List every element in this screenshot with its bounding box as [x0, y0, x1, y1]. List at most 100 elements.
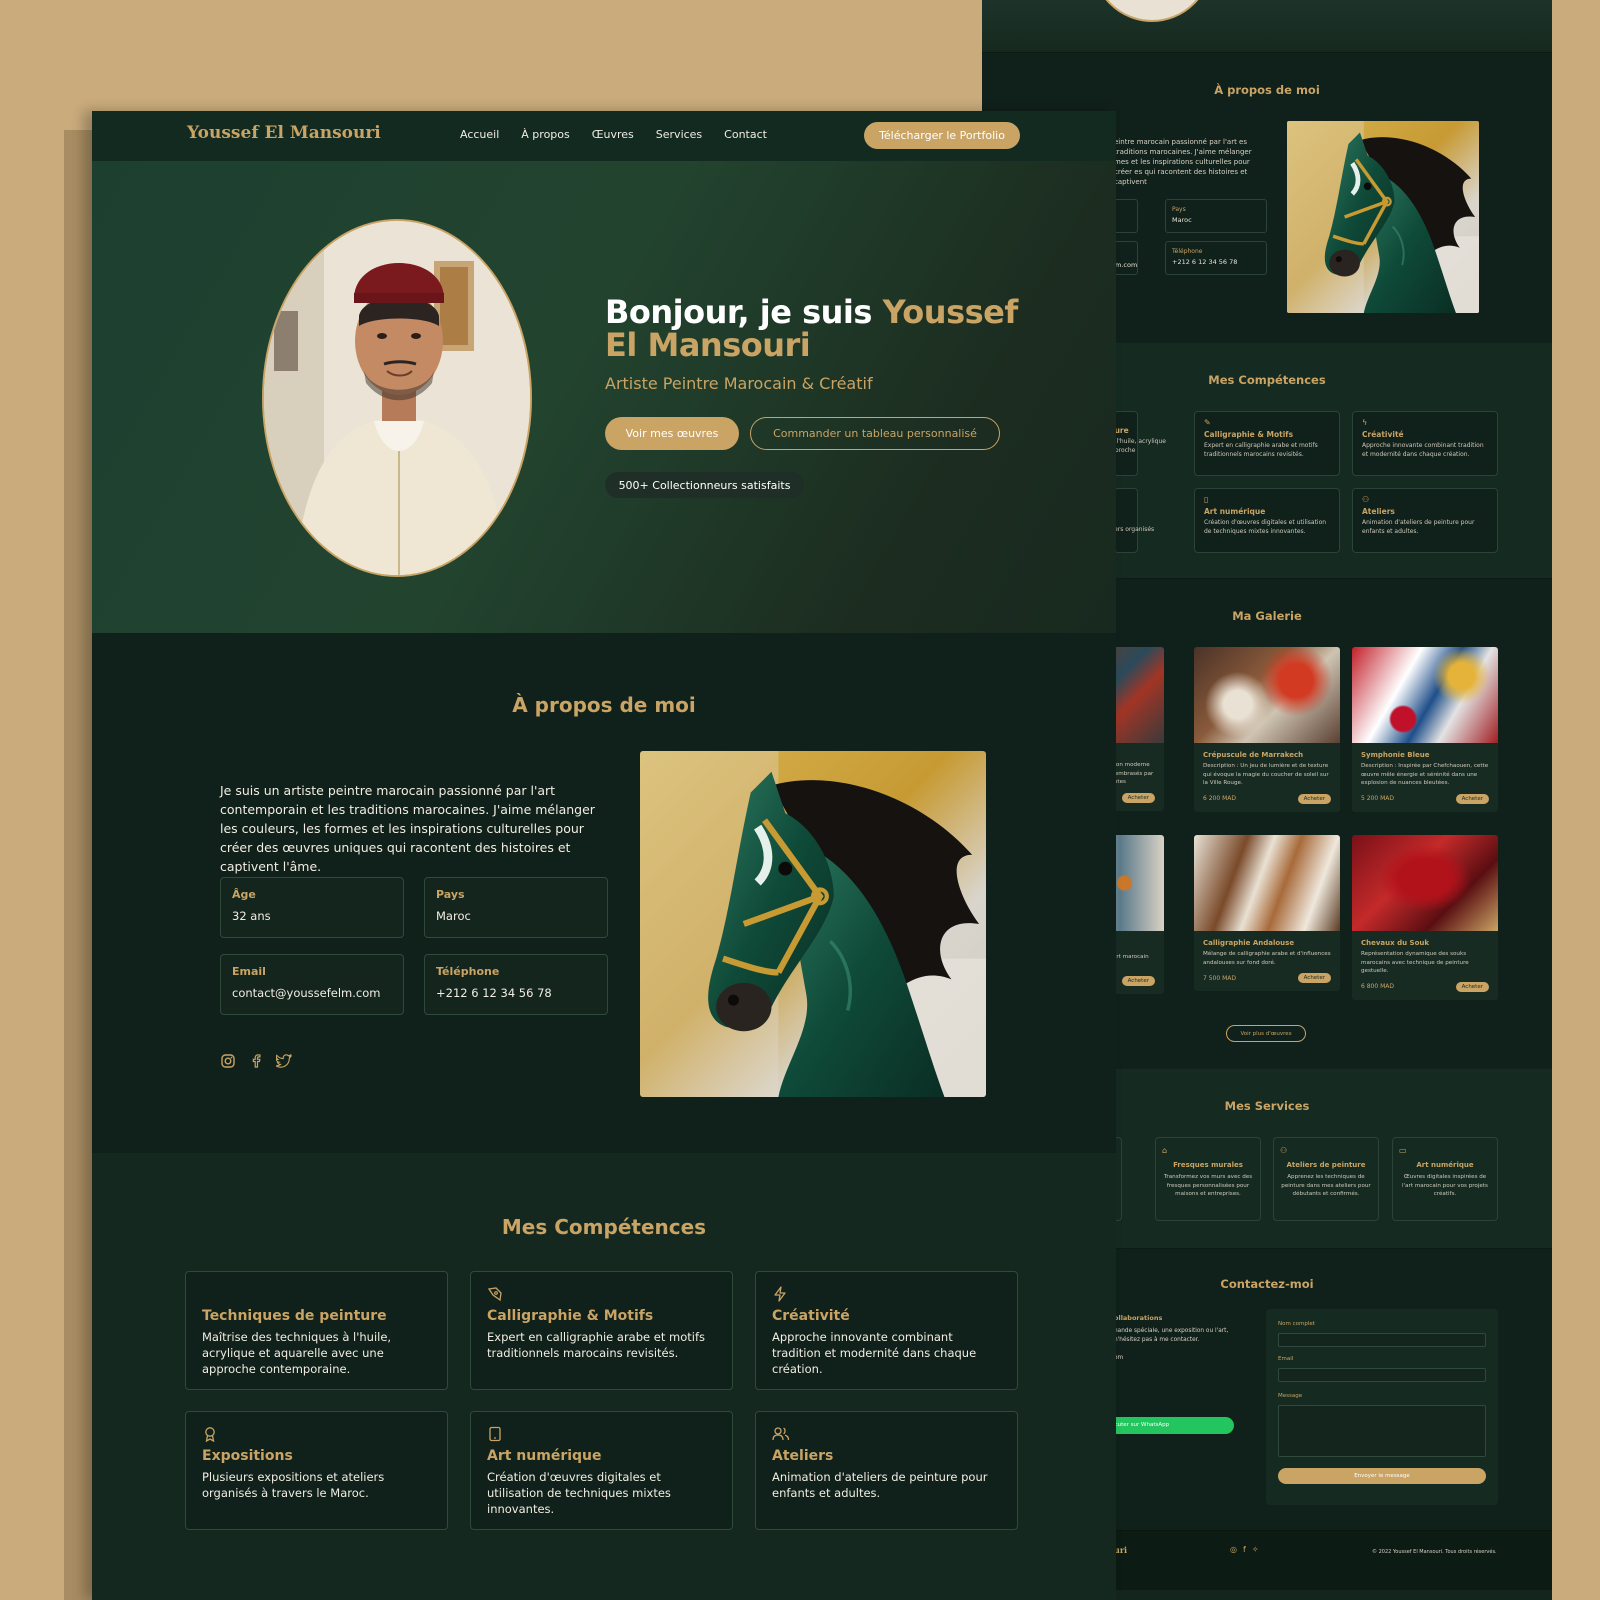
back-skill-desc: Approche innovante combinant tradition e…: [1362, 442, 1484, 458]
buy-button[interactable]: Acheter: [1121, 792, 1155, 803]
twitter-icon[interactable]: [274, 1053, 293, 1069]
back-info-email: m.com: [1114, 241, 1138, 275]
back-hero-strip: [982, 0, 1552, 52]
email-label: Email: [1278, 1356, 1294, 1362]
back-info-value: m.com: [1115, 261, 1138, 269]
artwork-desc: Représentation dynamique des souks maroc…: [1361, 951, 1469, 974]
buy-button[interactable]: Acheter: [1455, 793, 1489, 804]
nav-item-oeuvres[interactable]: Œuvres: [592, 128, 634, 141]
nav-item-contact[interactable]: Contact: [724, 128, 767, 141]
buy-button[interactable]: Acheter: [1121, 976, 1155, 986]
facebook-icon[interactable]: [248, 1053, 264, 1069]
about-section: À propos de moi Je suis un artiste peint…: [92, 633, 1116, 1153]
nav-item-a-propos[interactable]: À propos: [521, 128, 569, 141]
back-skill-card: ateliers organisés: [1101, 488, 1154, 553]
order-painting-button[interactable]: Commander un tableau personnalisé: [750, 417, 1000, 450]
back-info-value: +212 6 12 34 56 78: [1172, 258, 1238, 266]
back-skill-desc: Animation d'ateliers de peinture pour en…: [1362, 519, 1475, 535]
nav-menu: Accueil À propos Œuvres Services Contact: [460, 128, 767, 141]
see-more-button[interactable]: Voir plus d'œuvres: [1226, 1025, 1306, 1042]
artwork-title: Chevaux du Souk: [1361, 939, 1430, 947]
buy-button[interactable]: Acheter: [1297, 793, 1331, 804]
users-icon: ⚇: [1280, 1146, 1288, 1155]
back-gallery-card: Crépuscule de Marrakech Description : Un…: [1194, 647, 1340, 812]
service-title: Ateliers de peinture: [1286, 1161, 1366, 1169]
back-about-text: eintre marocain passionné par l'art es t…: [1114, 138, 1252, 186]
skills-section: Mes Compétences Techniques de peinture M…: [92, 1153, 1116, 1600]
skill-card-ateliers: Ateliers Animation d'ateliers de peintur…: [755, 1411, 1018, 1530]
award-icon: [202, 1426, 431, 1443]
back-gallery-card: Calligraphie Andalouse Mélange de callig…: [1194, 835, 1340, 991]
whatsapp-button[interactable]: Discuter sur WhatsApp: [1098, 1417, 1234, 1434]
artwork-desc: Mélange de calligraphie arabe et d'influ…: [1203, 951, 1331, 966]
tablet-icon: [487, 1426, 716, 1442]
back-skill-card: ▯ Art numérique Création d'œuvres digita…: [1194, 488, 1340, 553]
info-value: Maroc: [436, 909, 471, 923]
back-skill-title: Ateliers: [1362, 507, 1395, 516]
facebook-icon[interactable]: f: [1243, 1545, 1252, 1554]
name-field[interactable]: [1278, 1333, 1486, 1347]
info-country: Pays Maroc: [424, 877, 608, 938]
skill-desc: Approche innovante combinant tradition e…: [772, 1330, 977, 1376]
skill-title: Art numérique: [487, 1448, 602, 1464]
tablet-icon: ▯: [1204, 495, 1209, 504]
skill-title: Techniques de peinture: [202, 1308, 387, 1324]
artwork-price: 6 800 MAD: [1361, 983, 1394, 990]
twitter-icon[interactable]: ✧: [1252, 1545, 1265, 1554]
info-email: Email contact@youssefelm.com: [220, 954, 404, 1015]
skills-title: Mes Compétences: [501, 1215, 707, 1239]
pen-nib-icon: ✎: [1204, 418, 1211, 427]
service-desc: Apprenez les techniques de peinture dans…: [1281, 1174, 1371, 1197]
back-info-value: Maroc: [1172, 216, 1192, 224]
nav-item-services[interactable]: Services: [656, 128, 702, 141]
artwork-desc: Description : Inspirée par Chefchaouen, …: [1361, 763, 1489, 786]
artwork-image: [1194, 835, 1340, 931]
skill-title: Expositions: [202, 1448, 293, 1464]
artwork-price: 6 200 MAD: [1203, 795, 1236, 802]
collectors-badge: 500+ Collectionneurs satisfaits: [605, 472, 804, 498]
skill-card-expositions: Expositions Plusieurs expositions et ate…: [185, 1411, 448, 1530]
skill-title: Calligraphie & Motifs: [487, 1308, 654, 1324]
name-label: Nom complet: [1278, 1321, 1315, 1327]
download-portfolio-button[interactable]: Télécharger le Portfolio: [864, 122, 1020, 149]
back-service-card: ⌂ Fresques murales Transformez vos murs …: [1155, 1137, 1261, 1221]
copyright: © 2022 Youssef El Mansouri. Tous droits …: [1372, 1549, 1497, 1555]
skill-desc: Plusieurs expositions et ateliers organi…: [202, 1470, 385, 1500]
buy-button[interactable]: Acheter: [1297, 973, 1331, 983]
navbar: Youssef El Mansouri Accueil À propos Œuv…: [92, 111, 1116, 161]
palette-icon: [202, 1286, 431, 1302]
lightning-icon: ϟ: [1362, 418, 1368, 427]
artwork-title: Symphonie Bleue: [1361, 751, 1430, 759]
contact-subtitle: ollaborations: [1114, 1314, 1163, 1322]
artwork-price: 5 200 MAD: [1361, 795, 1394, 802]
back-gallery-card: Chevaux du Souk Représentation dynamique…: [1352, 835, 1498, 1000]
info-value: +212 6 12 34 56 78: [436, 986, 552, 1000]
view-works-button[interactable]: Voir mes œuvres: [605, 417, 739, 450]
skill-title: Ateliers: [772, 1448, 834, 1464]
artwork-image: [1352, 647, 1498, 743]
email-field[interactable]: [1278, 1368, 1486, 1382]
instagram-icon[interactable]: [220, 1053, 236, 1069]
skill-card-art-numerique: Art numérique Création d'œuvres digitale…: [470, 1411, 733, 1530]
info-value: contact@youssefelm.com: [232, 986, 381, 1000]
send-button[interactable]: Envoyer le message: [1278, 1468, 1486, 1484]
back-info-phone: Téléphone +212 6 12 34 56 78: [1165, 241, 1267, 275]
about-title: À propos de moi: [512, 693, 696, 717]
back-about-title: À propos de moi: [1214, 83, 1320, 97]
message-field[interactable]: [1278, 1405, 1486, 1457]
skill-desc: Expert en calligraphie arabe et motifs t…: [487, 1330, 705, 1360]
back-skill-title: Créativité: [1362, 430, 1404, 439]
service-desc: Transformez vos murs avec des fresques p…: [1163, 1174, 1253, 1197]
back-service-card: ▭ Art numérique Œuvres digitales inspiré…: [1392, 1137, 1498, 1221]
back-info-label: Pays: [1172, 206, 1186, 213]
pen-nib-icon: [487, 1286, 716, 1302]
contact-form: Nom complet Email Message Envoyer le mes…: [1266, 1309, 1498, 1505]
lightning-icon: [772, 1286, 1001, 1302]
back-skill-desc: à l'huile, acrylique pproche: [1111, 438, 1166, 454]
site-logo[interactable]: Youssef El Mansouri: [187, 123, 381, 143]
nav-item-accueil[interactable]: Accueil: [460, 128, 499, 141]
footer-socials: ◎f✧: [1230, 1545, 1265, 1555]
instagram-icon[interactable]: ◎: [1230, 1545, 1243, 1554]
service-desc: Œuvres digitales inspirées de l'art maro…: [1402, 1174, 1488, 1197]
buy-button[interactable]: Acheter: [1455, 981, 1489, 992]
